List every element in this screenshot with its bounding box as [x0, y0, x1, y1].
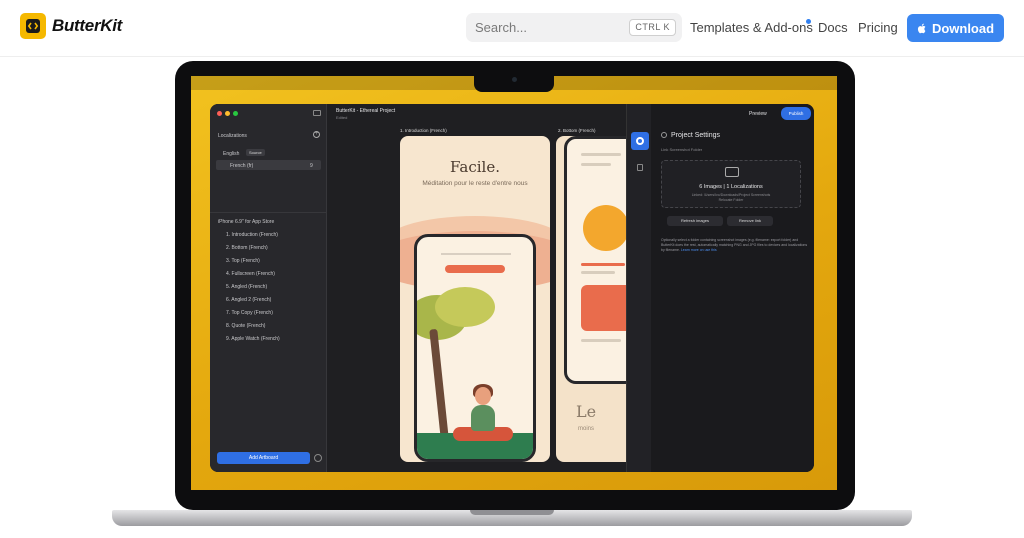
panel-description: Optionally select a folder containing sc…	[661, 238, 809, 253]
artboard-introduction[interactable]: Facile. Méditation pour le reste d'entre…	[400, 136, 550, 462]
artboard-item[interactable]: 7. Top Copy (French)	[226, 310, 273, 316]
tree-trunk	[429, 328, 449, 440]
site-header: ButterKit Search... CTRL K Templates & A…	[0, 0, 1024, 57]
relocate-folder-link[interactable]: Relocate Folder	[661, 198, 801, 202]
localization-french-count: 9	[310, 163, 313, 169]
placeholder-line	[581, 163, 611, 166]
placeholder-line	[581, 153, 621, 156]
accent-bar	[581, 263, 625, 266]
app-window: Localizations + English Source French (f…	[210, 104, 814, 472]
artboard-item[interactable]: 8. Quote (French)	[226, 323, 265, 329]
refresh-images-button[interactable]: Refresh images	[667, 216, 723, 226]
settings-icon	[661, 132, 667, 138]
add-artboard-button[interactable]: Add Artboard	[217, 452, 310, 464]
learn-more-link[interactable]: Learn more on use this	[681, 248, 717, 252]
artboard1-title: Facile.	[450, 158, 500, 176]
sidebar-toggle-icon[interactable]	[313, 110, 321, 116]
artboard-item[interactable]: 6. Angled 2 (French)	[226, 297, 271, 303]
gear-icon	[636, 137, 644, 145]
preview-button[interactable]: Preview	[749, 111, 767, 117]
localization-french: French (fr)	[230, 163, 254, 169]
nav-docs-link[interactable]: Docs	[818, 20, 848, 35]
device-group[interactable]: iPhone 6.9" for App Store	[218, 219, 274, 225]
project-title: ButterKit - Ethereal Project	[336, 108, 396, 114]
placeholder-line	[581, 339, 621, 342]
search-input[interactable]: Search... CTRL K	[466, 13, 682, 42]
artboard-item[interactable]: 4. Fullscreen (French)	[226, 271, 275, 277]
artboard-item[interactable]: 3. Top (French)	[226, 258, 260, 264]
brand-name[interactable]: ButterKit	[52, 16, 122, 36]
folder-icon	[725, 167, 739, 177]
folder-path: Linked: /Users/Ivo/Downloads/Project Scr…	[691, 193, 771, 197]
nav-pricing-link[interactable]: Pricing	[858, 20, 898, 35]
artboard2-label: 2. Bottom (French)	[558, 128, 596, 133]
sidebar-divider	[210, 212, 327, 213]
download-button[interactable]: Download	[907, 14, 1004, 42]
butterkit-logo-icon[interactable]	[20, 13, 46, 39]
panel-subtitle: Link Screenshot Folder	[661, 147, 703, 152]
artboard1-label: 1. Introduction (French)	[400, 128, 447, 133]
remove-link-button[interactable]: Remove link	[727, 216, 773, 226]
artboard-item[interactable]: 2. Bottom (French)	[226, 245, 268, 251]
meditator-head	[475, 387, 491, 405]
phone-header-bar	[445, 265, 505, 273]
artboard-canvas: ButterKit - Ethereal Project Edited 1. I…	[328, 104, 626, 472]
source-badge: Source	[246, 149, 265, 156]
sun-illustration	[583, 205, 626, 251]
more-options-icon[interactable]	[314, 454, 322, 462]
phone-status-line	[441, 253, 511, 255]
header-divider	[0, 56, 1024, 57]
laptop-screen: Localizations + English Source French (f…	[191, 76, 837, 490]
search-shortcut-badge: CTRL K	[629, 19, 676, 36]
placeholder-line	[581, 271, 615, 274]
phone-mockup	[564, 136, 626, 384]
phone-mockup	[414, 234, 536, 462]
add-localization-icon[interactable]: +	[313, 131, 320, 138]
artboard1-subtitle: Méditation pour le reste d'entre nous	[422, 180, 528, 187]
images-summary: 6 Images | 1 Localizations	[699, 184, 763, 190]
artboard2-title: Le	[576, 402, 597, 421]
camera-icon	[512, 77, 517, 82]
nav-templates-link[interactable]: Templates & Add-ons	[690, 20, 813, 35]
artboard-item[interactable]: 1. Introduction (French)	[226, 232, 278, 238]
artboard-bottom[interactable]: Le moins	[556, 136, 626, 462]
artboard-item[interactable]: 9. Apple Watch (French)	[226, 336, 280, 342]
localizations-title: Localizations	[218, 133, 247, 139]
panel-title: Project Settings	[671, 132, 721, 139]
artboard-item[interactable]: 5. Angled (French)	[226, 284, 267, 290]
window-minimize-button[interactable]	[225, 111, 230, 116]
flower-tile	[581, 285, 626, 331]
laptop-base-notch	[470, 510, 554, 515]
window-zoom-button[interactable]	[233, 111, 238, 116]
tree-foliage	[435, 287, 495, 327]
project-subtitle: Edited	[336, 115, 348, 120]
app-sidebar: Localizations + English Source French (f…	[210, 104, 327, 472]
window-close-button[interactable]	[217, 111, 222, 116]
localization-english[interactable]: English	[223, 151, 239, 157]
panel-tab-rail	[627, 104, 651, 472]
apple-icon	[917, 23, 926, 33]
document-icon[interactable]	[637, 164, 643, 171]
publish-button[interactable]: Publish	[781, 107, 811, 120]
project-settings-panel: Preview Publish Project Settings Link Sc…	[626, 104, 814, 472]
artboard2-subtitle: moins	[578, 426, 595, 432]
download-label: Download	[931, 20, 995, 36]
search-placeholder: Search...	[475, 20, 528, 35]
new-indicator-dot	[806, 19, 811, 24]
camera-notch	[474, 72, 554, 92]
meditator-body	[471, 405, 495, 431]
